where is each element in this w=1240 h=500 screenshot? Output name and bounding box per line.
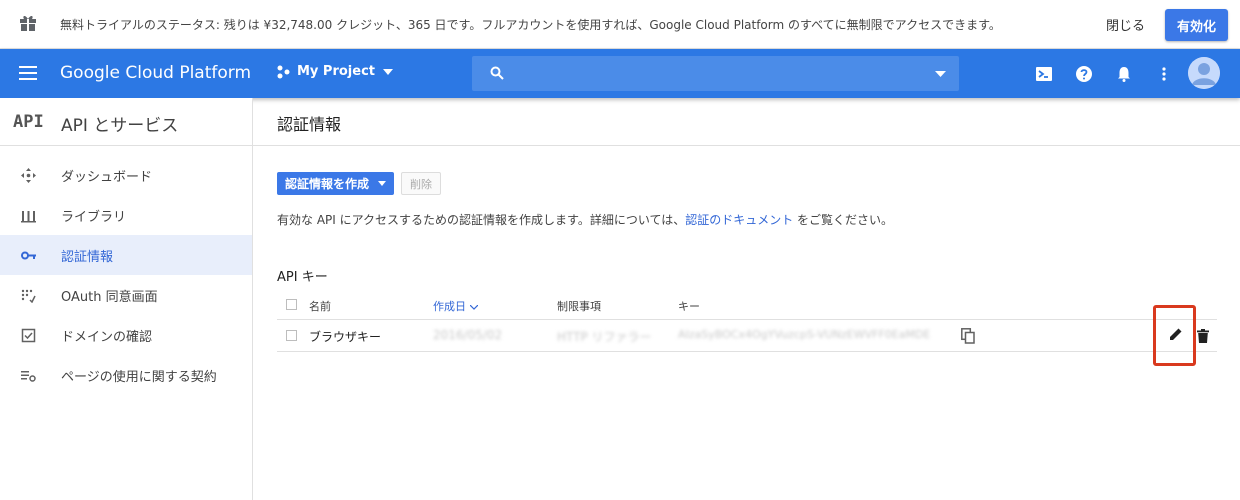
dashboard-icon <box>21 168 36 183</box>
sidebar-item-credentials[interactable]: 認証情報 <box>0 235 252 275</box>
sidebar-item-domain-verification[interactable]: ドメインの確認 <box>0 315 252 355</box>
key-icon <box>21 251 36 260</box>
row-checkbox[interactable] <box>286 330 297 341</box>
select-all-checkbox[interactable] <box>286 299 297 310</box>
library-icon <box>21 211 36 223</box>
create-credentials-label: 認証情報を作成 <box>285 177 370 191</box>
column-key: キー <box>678 300 700 313</box>
avatar[interactable] <box>1188 57 1220 89</box>
sidebar-item-page-usage-agreements[interactable]: ページの使用に関する契約 <box>0 355 252 395</box>
search-icon <box>490 66 504 80</box>
trial-message: 無料トライアルのステータス: 残りは ¥32,748.00 クレジット、365 … <box>60 18 1001 32</box>
sidebar-item-label: 認証情報 <box>61 250 114 265</box>
description-suffix: をご覧ください。 <box>793 213 894 227</box>
description-prefix: 有効な API にアクセスするための認証情報を作成します。詳細については、 <box>277 213 686 227</box>
close-banner-button[interactable]: 閉じる <box>1106 15 1145 34</box>
table-row: ブラウザキー 2016/05/02 HTTP リファラー AIzaSyBOCx4… <box>277 305 1217 366</box>
page-title-bar: 認証情報 <box>253 98 1240 146</box>
auth-docs-link[interactable]: 認証のドキュメント <box>685 213 793 227</box>
sidebar: API API とサービス ダッシュボード ライブラリ 認証情報 OAuth 同… <box>0 98 253 500</box>
chevron-down-icon <box>378 181 386 186</box>
project-icon <box>277 65 290 78</box>
trash-icon[interactable] <box>1197 329 1209 343</box>
trial-banner: 無料トライアルのステータス: 残りは ¥32,748.00 クレジット、365 … <box>0 0 1240 49</box>
sidebar-item-label: ライブラリ <box>61 210 127 225</box>
sidebar-item-label: OAuth 同意画面 <box>61 290 158 305</box>
api-logo: API <box>13 112 44 132</box>
search-dropdown-icon[interactable] <box>935 71 946 77</box>
app-bar: Google Cloud Platform My Project <box>0 49 1240 98</box>
column-created-label: 作成日 <box>433 300 466 313</box>
column-created[interactable]: 作成日 <box>433 298 478 314</box>
user-icon <box>1188 57 1220 89</box>
edit-icon[interactable] <box>1169 327 1183 341</box>
key-restriction: HTTP リファラー <box>557 330 652 344</box>
sidebar-title: API とサービス <box>61 116 179 136</box>
notifications-icon[interactable] <box>1116 66 1132 82</box>
sidebar-item-label: ページの使用に関する契約 <box>61 370 217 385</box>
create-credentials-button[interactable]: 認証情報を作成 <box>277 172 394 195</box>
brand-title[interactable]: Google Cloud Platform <box>60 63 251 83</box>
checkbox-icon <box>21 328 36 343</box>
menu-icon[interactable] <box>19 66 37 80</box>
main-content: 認証情報 認証情報を作成 削除 有効な API にアクセスするための認証情報を作… <box>253 98 1240 500</box>
settings-list-icon <box>21 371 36 382</box>
sidebar-item-oauth-consent[interactable]: OAuth 同意画面 <box>0 275 252 315</box>
copy-icon[interactable] <box>961 328 975 344</box>
sidebar-item-dashboard[interactable]: ダッシュボード <box>0 155 252 195</box>
project-selector[interactable]: My Project <box>276 64 393 79</box>
key-value: AIzaSyBOCx4OgYVuzcpS-VUNzEWVFF0EaMDE <box>678 328 931 341</box>
sidebar-item-label: ダッシュボード <box>61 170 153 185</box>
description: 有効な API にアクセスするための認証情報を作成します。詳細については、認証の… <box>277 211 893 228</box>
column-name: 名前 <box>309 300 331 313</box>
sidebar-item-label: ドメインの確認 <box>61 330 153 345</box>
help-icon[interactable] <box>1076 66 1092 82</box>
key-name[interactable]: ブラウザキー <box>309 328 381 345</box>
sort-down-icon <box>469 304 478 310</box>
page-title: 認証情報 <box>277 115 342 134</box>
enable-button[interactable]: 有効化 <box>1165 9 1228 41</box>
cloud-shell-icon[interactable] <box>1036 66 1052 82</box>
chevron-down-icon <box>383 68 393 75</box>
key-created-date: 2016/05/02 <box>433 328 503 342</box>
api-keys-section-title: API キー <box>277 270 328 285</box>
table-header: 名前 作成日 制限事項 キー <box>277 296 1217 320</box>
edit-highlight <box>1153 305 1196 366</box>
sidebar-header: API API とサービス <box>0 98 252 146</box>
search-bar[interactable] <box>472 56 959 91</box>
more-vert-icon[interactable] <box>1156 66 1172 82</box>
project-name: My Project <box>297 64 375 79</box>
gift-icon <box>20 15 36 31</box>
consent-icon <box>21 289 36 303</box>
search-input[interactable] <box>520 62 920 84</box>
sidebar-item-library[interactable]: ライブラリ <box>0 195 252 235</box>
column-restriction: 制限事項 <box>557 300 601 313</box>
delete-button[interactable]: 削除 <box>401 172 441 195</box>
